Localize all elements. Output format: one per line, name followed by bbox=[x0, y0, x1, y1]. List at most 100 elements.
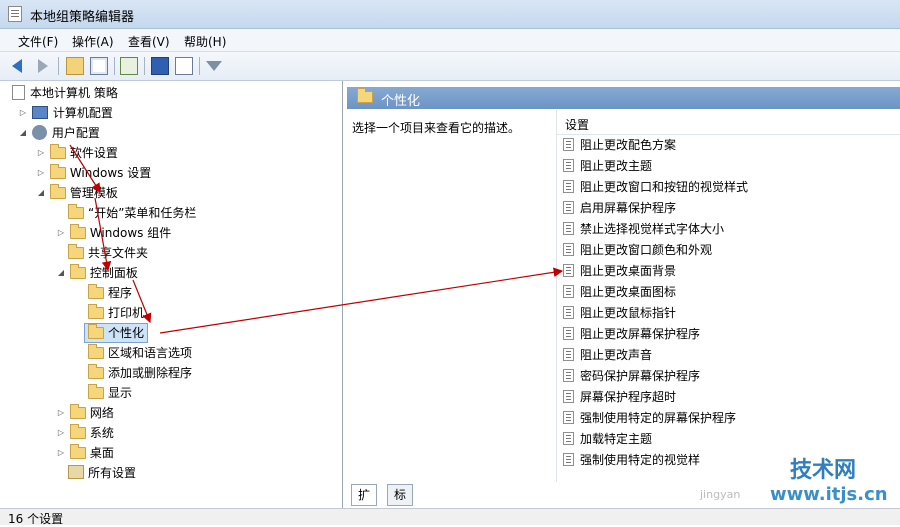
policy-setting-icon bbox=[563, 180, 574, 193]
menu-action[interactable]: 操作(A) bbox=[72, 33, 114, 50]
setting-label: 阻止更改桌面图标 bbox=[580, 285, 677, 299]
tree-item-user-config[interactable]: ◢ 用户配置 bbox=[18, 124, 100, 142]
tree-item-windows-settings[interactable]: ▷ Windows 设置 bbox=[36, 164, 151, 182]
setting-row[interactable]: 阻止更改桌面背景 bbox=[563, 261, 676, 281]
setting-row[interactable]: 阻止更改主题 bbox=[563, 156, 652, 176]
setting-label: 密码保护屏幕保护程序 bbox=[580, 369, 701, 383]
setting-label: 阻止更改屏幕保护程序 bbox=[580, 327, 701, 341]
tree-item-windows-components[interactable]: ▷ Windows 组件 bbox=[56, 224, 171, 242]
setting-label: 强制使用特定的视觉样 bbox=[580, 453, 701, 467]
tree-item-admin-templates[interactable]: ◢ 管理模板 bbox=[36, 184, 118, 202]
setting-row[interactable]: 强制使用特定的屏幕保护程序 bbox=[563, 408, 736, 428]
policy-setting-icon bbox=[563, 432, 574, 445]
policy-setting-icon bbox=[563, 201, 574, 214]
tree-item-display[interactable]: 显示 bbox=[88, 384, 132, 402]
policy-setting-icon bbox=[563, 264, 574, 277]
setting-row[interactable]: 密码保护屏幕保护程序 bbox=[563, 366, 700, 386]
setting-label: 强制使用特定的屏幕保护程序 bbox=[580, 411, 737, 425]
setting-row[interactable]: 禁止选择视觉样式字体大小 bbox=[563, 219, 724, 239]
tree-label: 桌面 bbox=[89, 446, 114, 460]
policy-document-icon bbox=[12, 85, 25, 100]
tree-item-root[interactable]: 本地计算机 策略 bbox=[12, 84, 118, 102]
setting-label: 阻止更改桌面背景 bbox=[580, 264, 677, 278]
forward-arrow-icon[interactable] bbox=[38, 59, 48, 73]
tree-item-desktop[interactable]: ▷ 桌面 bbox=[56, 444, 114, 462]
tab-standard[interactable]: 标准 bbox=[387, 484, 414, 522]
tree-label: 用户配置 bbox=[51, 126, 100, 140]
properties-icon[interactable] bbox=[175, 57, 193, 75]
tree-item-start-menu[interactable]: “开始”菜单和任务栏 bbox=[68, 204, 196, 222]
tree-item-programs[interactable]: 程序 bbox=[88, 284, 132, 302]
tree-label: 系统 bbox=[89, 426, 114, 440]
setting-label: 阻止更改鼠标指针 bbox=[580, 306, 677, 320]
policy-setting-icon bbox=[563, 285, 574, 298]
policy-setting-icon bbox=[563, 243, 574, 256]
folder-icon bbox=[357, 88, 373, 103]
tree-item-network[interactable]: ▷ 网络 bbox=[56, 404, 114, 422]
tree-item-computer-config[interactable]: ▷ 计算机配置 bbox=[18, 104, 113, 122]
menu-file[interactable]: 文件(F) bbox=[18, 33, 58, 50]
show-hide-tree-icon[interactable] bbox=[90, 57, 108, 75]
expand-arrow-icon[interactable]: ▷ bbox=[36, 164, 46, 182]
setting-row[interactable]: 阻止更改声音 bbox=[563, 345, 652, 365]
collapse-arrow-icon[interactable]: ◢ bbox=[56, 264, 66, 282]
expand-arrow-icon[interactable]: ▷ bbox=[56, 404, 66, 422]
tree-item-personalization[interactable]: 个性化 bbox=[84, 323, 149, 343]
setting-label: 阻止更改主题 bbox=[580, 159, 653, 173]
setting-row[interactable]: 阻止更改桌面图标 bbox=[563, 282, 676, 302]
policy-setting-icon bbox=[563, 369, 574, 382]
folder-icon bbox=[88, 284, 104, 299]
tree-item-control-panel[interactable]: ◢ 控制面板 bbox=[56, 264, 138, 282]
details-header: 个性化 bbox=[347, 87, 900, 109]
expand-arrow-icon[interactable]: ▷ bbox=[56, 444, 66, 462]
policy-setting-icon bbox=[563, 159, 574, 172]
menu-help[interactable]: 帮助(H) bbox=[184, 33, 226, 50]
setting-row[interactable]: 阻止更改窗口颜色和外观 bbox=[563, 240, 712, 260]
expand-arrow-icon[interactable]: ▷ bbox=[56, 224, 66, 242]
tree-item-shared-folders[interactable]: 共享文件夹 bbox=[68, 244, 148, 262]
up-folder-icon[interactable] bbox=[66, 57, 84, 75]
collapse-arrow-icon[interactable]: ◢ bbox=[36, 184, 46, 202]
setting-row[interactable]: 阻止更改屏幕保护程序 bbox=[563, 324, 700, 344]
all-settings-icon bbox=[68, 465, 84, 479]
expand-arrow-icon[interactable]: ▷ bbox=[56, 424, 66, 442]
filter-icon[interactable] bbox=[206, 61, 222, 71]
tree-item-add-remove-programs[interactable]: 添加或删除程序 bbox=[88, 364, 192, 382]
settings-column-header[interactable]: 设置 bbox=[557, 112, 900, 135]
setting-row[interactable]: 阻止更改配色方案 bbox=[563, 135, 676, 155]
folder-icon bbox=[88, 384, 104, 399]
toolbar-separator bbox=[199, 57, 200, 75]
navigation-tree: 本地计算机 策略 ▷ 计算机配置 ◢ 用户配置 ▷ 软件设置 ▷ Windows… bbox=[0, 81, 343, 508]
back-arrow-icon[interactable] bbox=[12, 59, 22, 73]
folder-icon bbox=[49, 164, 66, 179]
tree-item-system[interactable]: ▷ 系统 bbox=[56, 424, 114, 442]
tree-item-all-settings[interactable]: 所有设置 bbox=[68, 464, 136, 482]
setting-row[interactable]: 加载特定主题 bbox=[563, 429, 652, 449]
setting-row[interactable]: 启用屏幕保护程序 bbox=[563, 198, 676, 218]
watermark-brand: 技术网 bbox=[790, 458, 857, 483]
tree-item-printers[interactable]: 打印机 bbox=[88, 304, 144, 322]
tab-extended[interactable]: 扩展 bbox=[351, 484, 378, 522]
expand-arrow-icon[interactable]: ▷ bbox=[18, 104, 28, 122]
expand-arrow-icon[interactable]: ▷ bbox=[36, 144, 46, 162]
tree-item-software-settings[interactable]: ▷ 软件设置 bbox=[36, 144, 118, 162]
folder-icon bbox=[69, 264, 86, 279]
setting-row[interactable]: 阻止更改窗口和按钮的视觉样式 bbox=[563, 177, 748, 197]
setting-row[interactable]: 屏幕保护程序超时 bbox=[563, 387, 676, 407]
setting-row[interactable]: 强制使用特定的视觉样 bbox=[563, 450, 700, 470]
description-text: 选择一个项目来查看它的描述。 bbox=[352, 121, 521, 135]
folder-icon bbox=[68, 204, 84, 219]
export-list-icon[interactable] bbox=[120, 57, 138, 75]
toolbar-separator bbox=[58, 57, 59, 75]
help-icon[interactable] bbox=[151, 57, 169, 75]
collapse-arrow-icon[interactable]: ◢ bbox=[18, 124, 28, 142]
tree-label: 所有设置 bbox=[88, 466, 137, 480]
tree-label: “开始”菜单和任务栏 bbox=[88, 206, 197, 220]
menu-view[interactable]: 查看(V) bbox=[128, 33, 170, 50]
tree-label: 添加或删除程序 bbox=[108, 366, 193, 380]
details-title: 个性化 bbox=[381, 94, 421, 109]
setting-label: 阻止更改窗口和按钮的视觉样式 bbox=[580, 180, 749, 194]
tree-item-region-language[interactable]: 区域和语言选项 bbox=[88, 344, 192, 362]
setting-row[interactable]: 阻止更改鼠标指针 bbox=[563, 303, 676, 323]
setting-label: 阻止更改声音 bbox=[580, 348, 653, 362]
